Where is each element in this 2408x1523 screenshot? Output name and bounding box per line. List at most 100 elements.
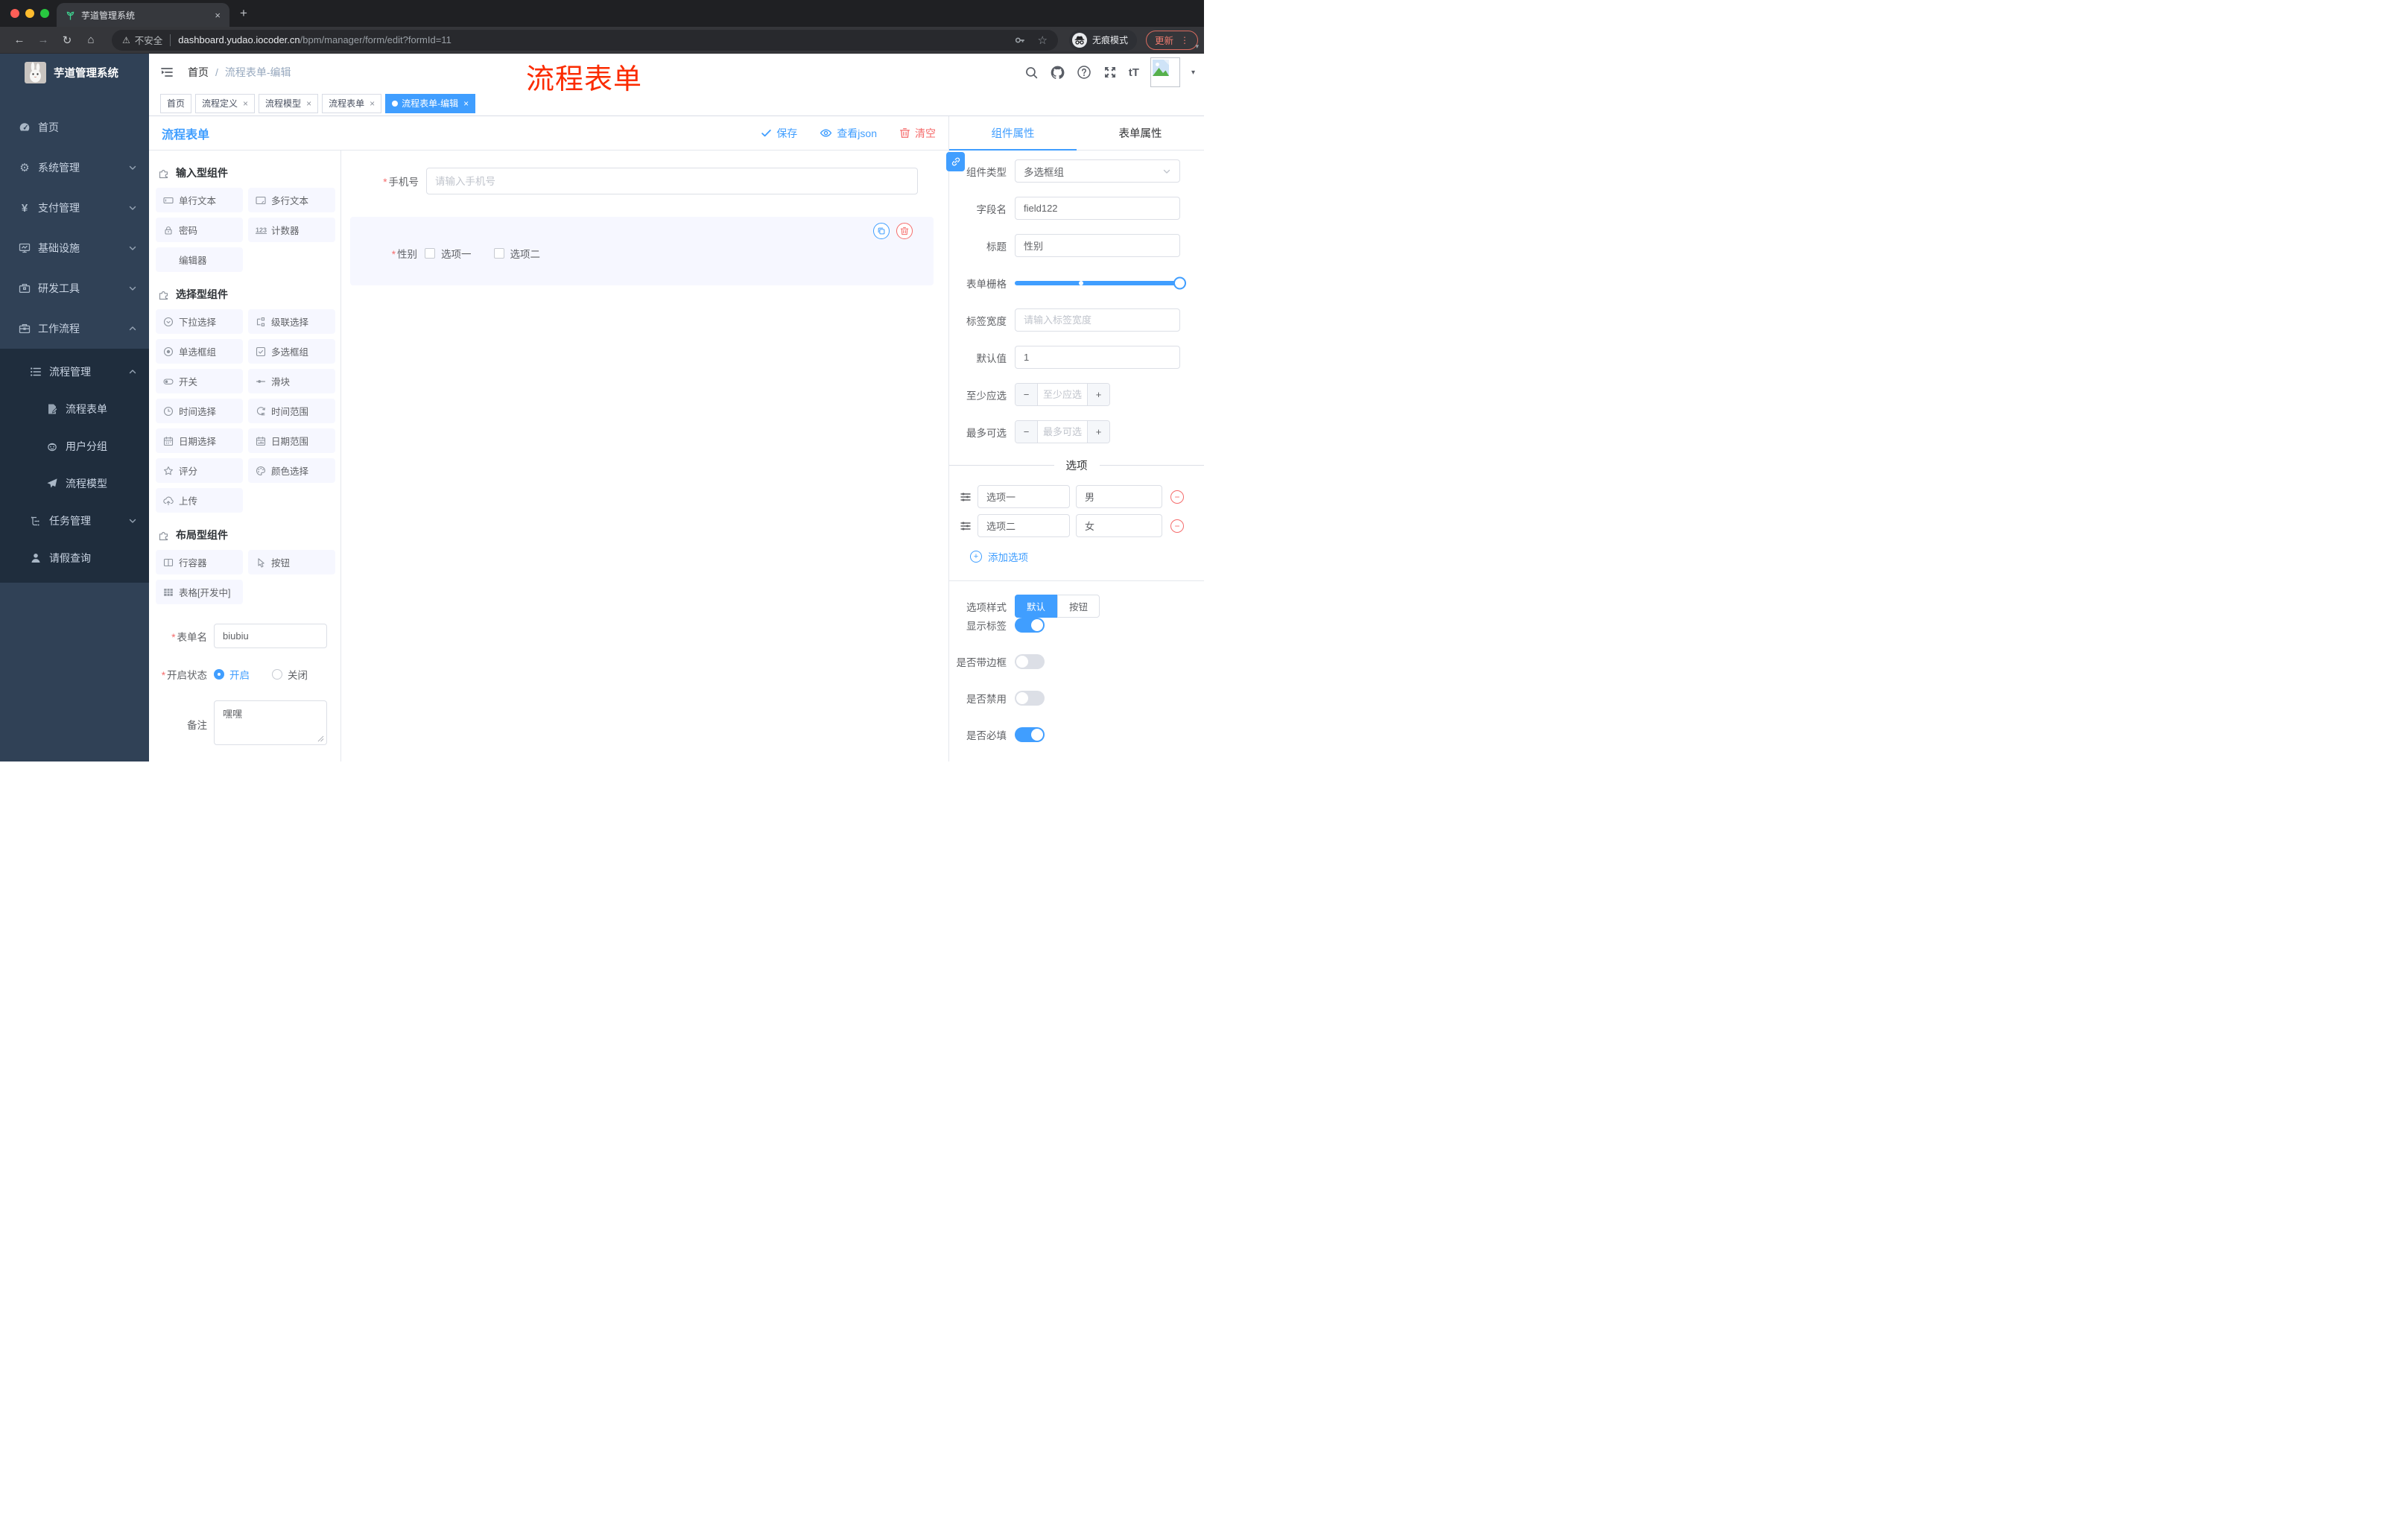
data-binding-link-button[interactable] <box>946 152 965 171</box>
tag-close-icon[interactable]: × <box>370 98 375 109</box>
sidebar-item-user-group[interactable]: 用户分组 <box>0 428 149 465</box>
show-label-toggle[interactable] <box>1015 618 1045 633</box>
palette-item-counter[interactable]: 123 计数器 <box>248 218 335 242</box>
clear-button[interactable]: 清空 <box>899 126 936 141</box>
phone-input[interactable] <box>426 168 918 194</box>
browser-menu-icon[interactable]: ⋮ <box>1180 35 1189 45</box>
palette-item-upload[interactable]: 上传 <box>156 488 243 513</box>
forward-button[interactable]: → <box>31 34 55 46</box>
breadcrumb-home[interactable]: 首页 <box>188 65 209 80</box>
sidebar-item-system[interactable]: ⚙ 系统管理 <box>0 148 149 188</box>
style-default-button[interactable]: 默认 <box>1015 595 1058 618</box>
remove-option-button[interactable]: − <box>1170 519 1184 533</box>
default-value-input[interactable] <box>1015 346 1180 369</box>
palette-item-select[interactable]: 下拉选择 <box>156 309 243 334</box>
tag-close-icon[interactable]: × <box>306 98 311 109</box>
palette-item-switch[interactable]: 开关 <box>156 369 243 393</box>
sidebar-item-task-mgmt[interactable]: 任务管理 <box>0 502 149 539</box>
gender-checkbox-option2[interactable]: 选项二 <box>493 246 540 261</box>
option2-value-input[interactable] <box>1076 514 1162 537</box>
option2-label-input[interactable] <box>978 514 1070 537</box>
component-type-select[interactable]: 多选框组 <box>1015 159 1180 183</box>
tag-process-model[interactable]: 流程模型 × <box>259 93 319 113</box>
tag-process-form[interactable]: 流程表单 × <box>322 93 382 113</box>
palette-item-color-picker[interactable]: 颜色选择 <box>248 458 335 483</box>
maximize-window-button[interactable] <box>40 9 49 18</box>
label-width-input[interactable] <box>1015 308 1180 332</box>
palette-item-row-container[interactable]: 行容器 <box>156 550 243 574</box>
palette-item-cascader[interactable]: 级联选择 <box>248 309 335 334</box>
drag-handle-icon[interactable] <box>960 491 972 503</box>
sidebar-item-workflow[interactable]: 工作流程 <box>0 308 149 349</box>
tag-process-definition[interactable]: 流程定义 × <box>195 93 256 113</box>
avatar-caret-icon[interactable]: ▾ <box>1191 69 1195 77</box>
palette-item-table[interactable]: 表格[开发中] <box>156 580 243 604</box>
font-size-icon[interactable]: tT <box>1129 66 1139 79</box>
max-select-input[interactable] <box>1038 421 1087 443</box>
palette-item-checkbox-group[interactable]: 多选框组 <box>248 339 335 364</box>
browser-tab[interactable]: 芋道管理系统 × <box>57 3 229 27</box>
required-toggle[interactable] <box>1015 727 1045 742</box>
min-select-input[interactable] <box>1038 384 1087 405</box>
resize-handle-icon[interactable] <box>317 735 324 742</box>
canvas-field-gender-selected[interactable]: * 性别 选项一 选项二 <box>350 217 934 285</box>
view-json-button[interactable]: 查看json <box>820 126 877 141</box>
github-icon[interactable] <box>1050 65 1065 80</box>
tag-close-icon[interactable]: × <box>463 98 469 109</box>
gender-checkbox-option1[interactable]: 选项一 <box>425 246 472 261</box>
duplicate-component-button[interactable] <box>873 223 890 239</box>
palette-item-editor[interactable]: 编辑器 <box>156 247 243 272</box>
help-icon[interactable] <box>1077 65 1091 80</box>
sidebar-item-devtools[interactable]: 研发工具 <box>0 268 149 308</box>
address-bar[interactable]: ⚠ 不安全 dashboard.yudao.iocoder.cn /bpm/ma… <box>112 29 1058 51</box>
field-name-input[interactable] <box>1015 197 1180 220</box>
stepper-minus-button[interactable]: − <box>1016 421 1038 443</box>
sidebar-item-process-form[interactable]: 流程表单 <box>0 390 149 428</box>
status-radio-off[interactable]: 关闭 <box>272 667 308 682</box>
style-button-button[interactable]: 按钮 <box>1057 595 1100 618</box>
sidebar-item-leave-query[interactable]: 请假查询 <box>0 539 149 577</box>
form-name-input[interactable] <box>214 624 327 648</box>
palette-item-date-picker[interactable]: 日期选择 <box>156 428 243 453</box>
palette-item-time-picker[interactable]: 时间选择 <box>156 399 243 423</box>
delete-component-button[interactable] <box>896 223 913 239</box>
window-controls[interactable] <box>10 9 49 18</box>
update-button[interactable]: 更新 ⋮ <box>1146 30 1199 50</box>
back-button[interactable]: ← <box>7 34 31 46</box>
minimize-window-button[interactable] <box>25 9 34 18</box>
palette-item-single-text[interactable]: 单行文本 <box>156 188 243 212</box>
search-icon[interactable] <box>1024 66 1039 80</box>
form-grid-slider[interactable] <box>1015 276 1186 289</box>
status-radio-on[interactable]: 开启 <box>214 667 250 682</box>
border-toggle[interactable] <box>1015 654 1045 669</box>
sidebar-fold-icon[interactable] <box>160 66 174 79</box>
palette-item-button[interactable]: 按钮 <box>248 550 335 574</box>
tag-home[interactable]: 首页 <box>160 93 192 113</box>
palette-item-radio-group[interactable]: 单选框组 <box>156 339 243 364</box>
close-window-button[interactable] <box>10 9 19 18</box>
palette-item-password[interactable]: 密码 <box>156 218 243 242</box>
drag-handle-icon[interactable] <box>960 520 972 532</box>
title-input[interactable] <box>1015 234 1180 257</box>
sidebar-item-process-mgmt[interactable]: 流程管理 <box>0 353 149 390</box>
sidebar-item-payment[interactable]: ¥ 支付管理 <box>0 188 149 228</box>
save-button[interactable]: 保存 <box>761 126 797 141</box>
tab-close-icon[interactable]: × <box>215 10 221 21</box>
palette-item-date-range[interactable]: 日期范围 <box>248 428 335 453</box>
home-button[interactable]: ⌂ <box>79 34 103 46</box>
option1-label-input[interactable] <box>978 485 1070 508</box>
disabled-toggle[interactable] <box>1015 691 1045 706</box>
palette-item-multi-text[interactable]: 多行文本 <box>248 188 335 212</box>
palette-item-time-range[interactable]: 时间范围 <box>248 399 335 423</box>
palette-item-slider[interactable]: 滑块 <box>248 369 335 393</box>
palette-item-rate[interactable]: 评分 <box>156 458 243 483</box>
chrome-caret-icon[interactable]: ▾ <box>1195 42 1199 51</box>
avatar[interactable] <box>1150 57 1180 87</box>
remark-textarea[interactable]: 嘿嘿 <box>214 700 327 745</box>
add-option-button[interactable]: + 添加选项 <box>970 546 1204 567</box>
stepper-minus-button[interactable]: − <box>1016 384 1038 405</box>
sidebar-item-home[interactable]: 首页 <box>0 107 149 148</box>
slider-handle[interactable] <box>1173 276 1186 289</box>
tab-component-props[interactable]: 组件属性 <box>949 116 1077 150</box>
fullscreen-icon[interactable] <box>1103 65 1118 80</box>
